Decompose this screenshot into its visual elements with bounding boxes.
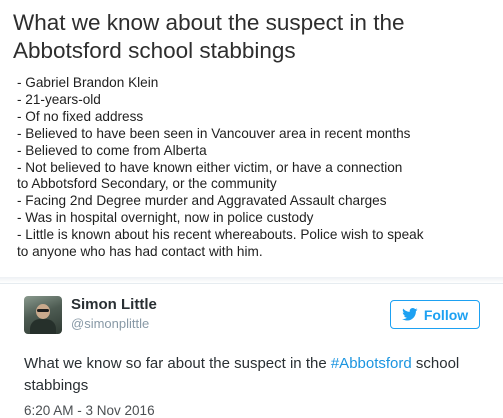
follow-button[interactable]: Follow bbox=[390, 300, 480, 329]
facts-list: - Gabriel Brandon Klein - 21-years-old -… bbox=[17, 75, 497, 261]
tweet-text: What we know so far about the suspect in… bbox=[24, 353, 474, 397]
display-name[interactable]: Simon Little bbox=[71, 296, 157, 313]
fact-line: - Believed to come from Alberta bbox=[17, 142, 207, 158]
fact-line: - Gabriel Brandon Klein bbox=[17, 75, 159, 90]
fact-line: to Abbotsford Secondary, or the communit… bbox=[17, 176, 277, 192]
follow-label: Follow bbox=[423, 306, 469, 323]
fact-line: - Of no fixed address bbox=[17, 108, 144, 124]
avatar-shirt bbox=[30, 319, 56, 334]
tweet-timestamp[interactable]: 6:20 AM - 3 Nov 2016 bbox=[24, 403, 155, 418]
fact-line: - 21-years-old bbox=[17, 91, 101, 107]
fact-line: - Not believed to have known either vict… bbox=[17, 159, 403, 175]
twitter-bird-icon bbox=[401, 308, 418, 321]
avatar[interactable] bbox=[24, 296, 62, 334]
embedded-image-card: What we know about the suspect in the Ab… bbox=[0, 0, 503, 277]
fact-line: - Was in hospital overnight, now in poli… bbox=[17, 210, 314, 226]
fact-line: - Facing 2nd Degree murder and Aggravate… bbox=[17, 193, 387, 209]
avatar-glasses bbox=[37, 309, 49, 312]
fact-line: - Believed to have been seen in Vancouve… bbox=[17, 125, 411, 141]
image-headline: What we know about the suspect in the Ab… bbox=[13, 10, 405, 63]
hashtag-link[interactable]: #Abbotsford bbox=[331, 355, 412, 372]
tweet-text-before: What we know so far about the suspect in… bbox=[24, 355, 331, 372]
tweet-embed: Simon Little @simonplittle Follow What w… bbox=[0, 283, 503, 418]
user-handle[interactable]: @simonplittle bbox=[71, 316, 149, 331]
fact-line: to anyone who has had contact with him. bbox=[17, 244, 263, 260]
fact-line: - Little is known about his recent where… bbox=[17, 227, 424, 243]
